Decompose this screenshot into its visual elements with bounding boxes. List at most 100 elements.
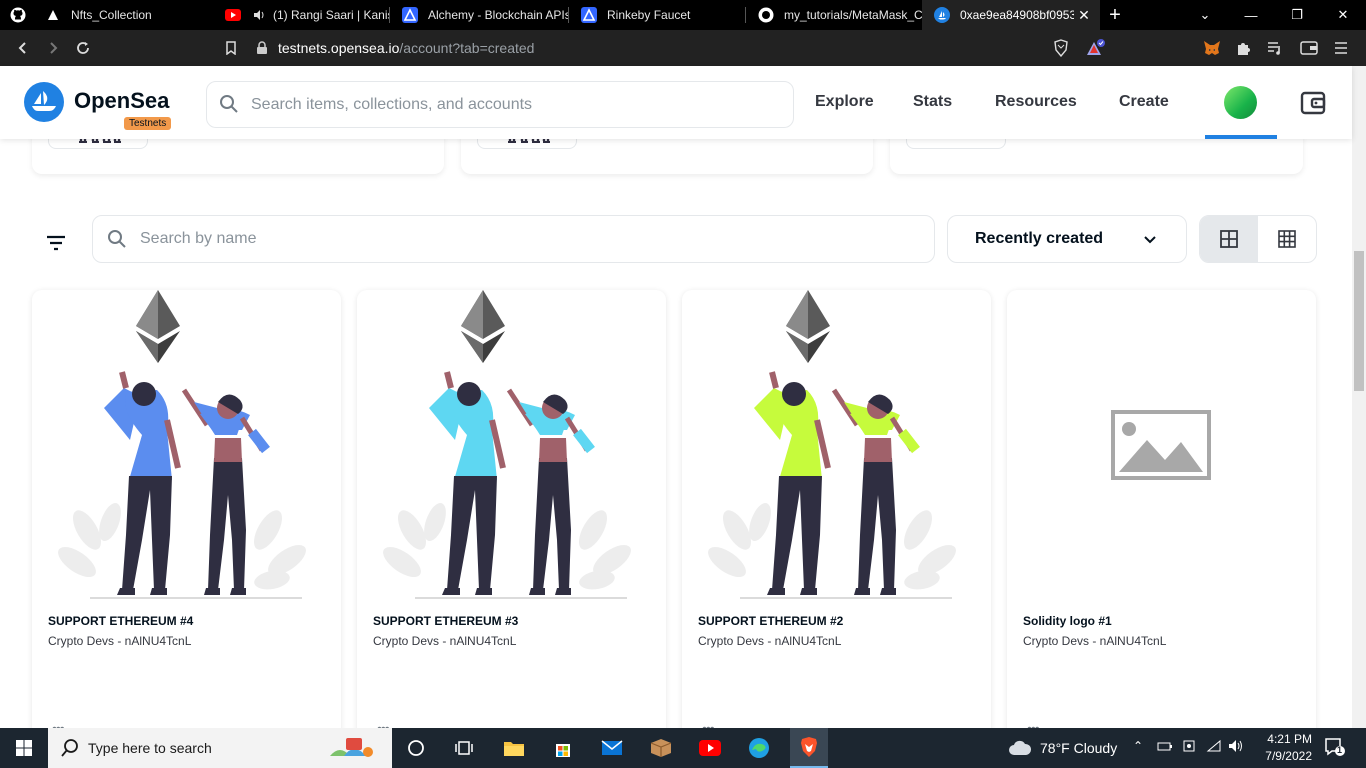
playlist-button[interactable]: [1260, 33, 1290, 63]
nav-resources[interactable]: Resources: [995, 93, 1077, 111]
new-tab-button[interactable]: +: [1100, 4, 1130, 27]
browser-menu-button[interactable]: [1326, 33, 1356, 63]
close-window-icon[interactable]: ✕: [1320, 0, 1366, 30]
battery-icon[interactable]: [1157, 739, 1173, 756]
forward-button[interactable]: [38, 33, 68, 63]
bookmark-button[interactable]: [216, 33, 246, 63]
nft-card[interactable]: SUPPORT ETHEREUM #4 Crypto Devs - nAlNU4…: [32, 290, 341, 728]
nft-card[interactable]: SUPPORT ETHEREUM #2 Crypto Devs - nAlNU4…: [682, 290, 991, 728]
nft-collection[interactable]: Crypto Devs - nAlNU4TcnL: [373, 634, 516, 648]
minimize-window-icon[interactable]: —: [1228, 0, 1274, 30]
collection-thumbnail: [477, 139, 577, 149]
show-hidden-icons-chevron-icon[interactable]: ⌃: [1133, 739, 1143, 753]
tab-github-pinned[interactable]: [0, 0, 33, 30]
person-left: [754, 371, 831, 595]
nft-collection[interactable]: Crypto Devs - nAlNU4TcnL: [1023, 634, 1166, 648]
wifi-icon[interactable]: [1206, 739, 1222, 756]
scrollbar-thumb[interactable]: [1354, 251, 1364, 391]
tab-youtube[interactable]: (1) Rangi Saari | Kanish: [213, 0, 389, 30]
nft-card[interactable]: SUPPORT ETHEREUM #3 Crypto Devs - nAlNU4…: [357, 290, 666, 728]
task-view-cortana-icon[interactable]: [404, 736, 428, 760]
collection-card[interactable]: [461, 139, 873, 174]
microsoft-store-icon[interactable]: [551, 736, 575, 760]
forward-arrow-icon: [50, 42, 58, 54]
alchemy-icon: [45, 7, 61, 23]
back-button[interactable]: [8, 33, 38, 63]
taskbar-search-input[interactable]: Type here to search: [48, 728, 392, 768]
nav-create[interactable]: Create: [1119, 93, 1169, 111]
opensea-icon: [934, 7, 950, 23]
more-options-icon[interactable]: •••: [52, 720, 65, 728]
browser-tab-bar: Nfts_Collection (1) Rangi Saari | Kanish…: [0, 0, 1366, 30]
testnets-badge: Testnets: [124, 117, 172, 130]
search-icon: [220, 95, 238, 113]
wallet-icon[interactable]: [1300, 90, 1326, 116]
edge-browser-icon[interactable]: [747, 736, 771, 760]
clock-date: 7/9/2022: [1265, 749, 1312, 763]
nft-artwork: [357, 290, 666, 605]
restore-window-icon[interactable]: ❐: [1274, 0, 1320, 30]
page-scrollbar[interactable]: [1352, 66, 1366, 728]
large-grid-button[interactable]: [1200, 216, 1258, 262]
notification-center-icon[interactable]: 1: [1324, 737, 1346, 760]
brand-name[interactable]: OpenSea: [74, 88, 169, 114]
speaker-icon[interactable]: [251, 7, 267, 23]
close-tab-icon[interactable]: ✕: [1074, 7, 1094, 24]
small-grid-button[interactable]: [1258, 216, 1316, 262]
task-view-icon[interactable]: [452, 736, 476, 760]
nav-explore[interactable]: Explore: [815, 93, 874, 111]
volume-icon[interactable]: [1228, 739, 1244, 756]
device-icon[interactable]: [1182, 739, 1196, 756]
opensea-logo[interactable]: [24, 82, 64, 122]
tab-rinkeby-faucet[interactable]: Rinkeby Faucet: [569, 0, 745, 30]
nav-stats[interactable]: Stats: [913, 93, 952, 111]
system-clock[interactable]: 4:21 PM 7/9/2022: [1252, 731, 1312, 765]
weather-text: 78°F Cloudy: [1040, 740, 1118, 756]
more-options-icon[interactable]: •••: [377, 720, 390, 728]
tab-opensea-active[interactable]: 0xae9ea84908bf0953e ✕: [922, 0, 1100, 30]
brave-rewards-icon: [1087, 39, 1105, 55]
ethereum-logo-icon: [461, 290, 505, 363]
tab-search-chevron-icon[interactable]: ⌄: [1182, 0, 1228, 30]
weather-widget[interactable]: 78°F Cloudy: [1008, 728, 1117, 768]
brave-shields-button[interactable]: [1046, 33, 1076, 63]
file-explorer-icon[interactable]: [502, 736, 526, 760]
extensions-button[interactable]: [1229, 33, 1259, 63]
start-button[interactable]: [0, 728, 48, 768]
windows-taskbar: Type here to search 78°F Cloudy ⌃ 4:21 P…: [0, 728, 1366, 768]
plant-decoration: [708, 502, 956, 590]
brave-rewards-button[interactable]: [1081, 33, 1111, 63]
global-search-input[interactable]: Search items, collections, and accounts: [206, 81, 794, 128]
wallet-button[interactable]: [1294, 33, 1324, 63]
brave-lion-icon: [1054, 39, 1068, 57]
lock-icon: [257, 41, 267, 54]
search-by-name-input[interactable]: Search by name: [92, 215, 935, 263]
nft-artwork: [682, 290, 991, 605]
metamask-fox-icon: [1204, 41, 1220, 55]
brave-browser-taskbar-icon[interactable]: [790, 728, 828, 768]
image-placeholder-icon: [1111, 410, 1211, 480]
nft-title: SUPPORT ETHEREUM #4: [48, 614, 194, 628]
more-options-icon[interactable]: •••: [1027, 720, 1040, 728]
nft-card[interactable]: Solidity logo #1 Crypto Devs - nAlNU4Tcn…: [1007, 290, 1316, 728]
more-options-icon[interactable]: •••: [702, 720, 715, 728]
reload-button[interactable]: [68, 33, 98, 63]
collection-card[interactable]: [32, 139, 444, 174]
sort-dropdown[interactable]: Recently created: [947, 215, 1187, 263]
github-icon: [10, 7, 26, 23]
nft-collection[interactable]: Crypto Devs - nAlNU4TcnL: [48, 634, 191, 648]
tab-nfts-collection[interactable]: Nfts_Collection: [33, 0, 213, 30]
tab-alchemy[interactable]: Alchemy - Blockchain APIs: [390, 0, 568, 30]
address-bar[interactable]: testnets.opensea.io/account?tab=created: [256, 33, 1112, 63]
collection-card[interactable]: [890, 139, 1303, 174]
filter-toggle-button[interactable]: [44, 231, 68, 255]
profile-avatar[interactable]: [1224, 86, 1257, 119]
youtube-app-icon[interactable]: [698, 736, 722, 760]
tab-metamask-tutorials[interactable]: my_tutorials/MetaMask_Co: [746, 0, 922, 30]
mail-icon[interactable]: [600, 736, 624, 760]
windows-logo-icon: [16, 740, 32, 756]
package-app-icon[interactable]: [649, 736, 673, 760]
hamburger-icon: [1335, 42, 1347, 54]
metamask-extension-button[interactable]: [1197, 33, 1227, 63]
nft-collection[interactable]: Crypto Devs - nAlNU4TcnL: [698, 634, 841, 648]
